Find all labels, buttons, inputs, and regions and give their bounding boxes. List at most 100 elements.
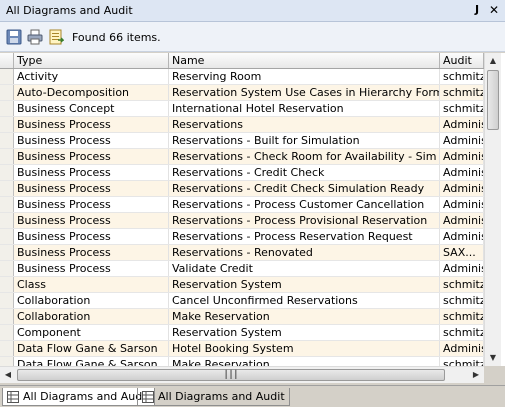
cell-name[interactable]: Reservations - Built for Simulation [169, 133, 440, 148]
vertical-scrollbar[interactable]: ▲ ▼ [484, 53, 501, 366]
cell-audit[interactable]: schmitz [440, 309, 484, 324]
scroll-up-icon[interactable]: ▲ [485, 53, 501, 69]
cell-type[interactable]: Business Process [14, 197, 169, 212]
cell-audit[interactable]: schmitz [440, 293, 484, 308]
vertical-scroll-thumb[interactable] [487, 70, 499, 130]
table-row[interactable]: Business Process Reservations - Credit Ch… [0, 165, 484, 181]
cell-type[interactable]: Business Process [14, 117, 169, 132]
cell-name[interactable]: Reservations - Renovated [169, 245, 440, 260]
table-row[interactable]: Business Process Reservations - Process C… [0, 197, 484, 213]
row-selector[interactable] [0, 181, 14, 196]
cell-name[interactable]: Validate Credit [169, 261, 440, 276]
cell-audit[interactable]: Adminis [440, 229, 484, 244]
table-row[interactable]: Collaboration Make Reservation schmitz [0, 309, 484, 325]
cell-name[interactable]: Reservation System Use Cases in Hierarch… [169, 85, 440, 100]
pin-icon[interactable]: J [470, 3, 484, 17]
cell-name[interactable]: Make Reservation [169, 357, 440, 366]
cell-name[interactable]: Reservation System [169, 325, 440, 340]
cell-audit[interactable]: schmitz [440, 101, 484, 116]
table-row[interactable]: Business Process Reservations Adminis [0, 117, 484, 133]
table-row[interactable]: Business Concept International Hotel Rese… [0, 101, 484, 117]
column-header-name[interactable]: Name [169, 53, 440, 68]
table-row[interactable]: Business Process Reservations - Credit Ch… [0, 181, 484, 197]
row-selector[interactable] [0, 245, 14, 260]
cell-name[interactable]: Reserving Room [169, 69, 440, 84]
cell-type[interactable]: Business Process [14, 213, 169, 228]
cell-audit[interactable]: Adminis [440, 197, 484, 212]
cell-type[interactable]: Business Process [14, 261, 169, 276]
horizontal-scroll-thumb[interactable]: ┃┃┃ [17, 369, 445, 381]
cell-audit[interactable]: Adminis [440, 165, 484, 180]
table-row[interactable]: Auto-Decomposition Reservation System Use… [0, 85, 484, 101]
cell-type[interactable]: Data Flow Gane & Sarson [14, 341, 169, 356]
cell-name[interactable]: Reservations - Credit Check Simulation R… [169, 181, 440, 196]
row-selector[interactable] [0, 293, 14, 308]
row-selector[interactable] [0, 277, 14, 292]
row-selector[interactable] [0, 325, 14, 340]
cell-name[interactable]: Hotel Booking System [169, 341, 440, 356]
table-row[interactable]: Data Flow Gane & Sarson Hotel Booking Sys… [0, 341, 484, 357]
horizontal-scrollbar[interactable]: ◀ ┃┃┃ ▶ [0, 366, 484, 383]
scroll-right-icon[interactable]: ▶ [468, 367, 484, 383]
cell-name[interactable]: Reservations - Process Provisional Reser… [169, 213, 440, 228]
cell-name[interactable]: Reservations - Process Reservation Reque… [169, 229, 440, 244]
row-selector[interactable] [0, 229, 14, 244]
cell-type[interactable]: Auto-Decomposition [14, 85, 169, 100]
table-row[interactable]: Business Process Reservations - Process P… [0, 213, 484, 229]
export-icon[interactable] [48, 29, 64, 45]
cell-type[interactable]: Class [14, 277, 169, 292]
cell-audit[interactable]: schmitz [440, 325, 484, 340]
cell-audit[interactable]: Adminis [440, 261, 484, 276]
cell-audit[interactable]: Adminis [440, 133, 484, 148]
row-selector[interactable] [0, 357, 14, 366]
cell-audit[interactable]: schmitz [440, 69, 484, 84]
cell-name[interactable]: Reservations - Check Room for Availabili… [169, 149, 440, 164]
save-icon[interactable] [6, 29, 22, 45]
column-header-type[interactable]: Type [14, 53, 169, 68]
row-selector[interactable] [0, 341, 14, 356]
table-row[interactable]: Component Reservation System schmitz [0, 325, 484, 341]
tab-all-diagrams-and-audit-1[interactable]: All Diagrams and Audit [2, 388, 155, 406]
table-row[interactable]: Class Reservation System schmitz [0, 277, 484, 293]
cell-audit[interactable]: Adminis [440, 117, 484, 132]
table-row[interactable]: Activity Reserving Room schmitz [0, 69, 484, 85]
column-header-audit[interactable]: Audit [440, 53, 484, 68]
table-row[interactable]: Business Process Reservations - Built for… [0, 133, 484, 149]
table-row[interactable]: Data Flow Gane & Sarson Make Reservation s… [0, 357, 484, 366]
print-icon[interactable] [27, 29, 43, 45]
cell-type[interactable]: Business Process [14, 245, 169, 260]
cell-type[interactable]: Component [14, 325, 169, 340]
cell-type[interactable]: Activity [14, 69, 169, 84]
cell-audit[interactable]: schmitz [440, 357, 484, 366]
tab-all-diagrams-and-audit-2[interactable]: All Diagrams and Audit [137, 388, 290, 406]
row-selector[interactable] [0, 133, 14, 148]
row-selector[interactable] [0, 117, 14, 132]
row-selector[interactable] [0, 165, 14, 180]
scroll-down-icon[interactable]: ▼ [485, 350, 501, 366]
cell-type[interactable]: Data Flow Gane & Sarson [14, 357, 169, 366]
row-selector[interactable] [0, 309, 14, 324]
table-row[interactable]: Business Process Reservations - Check Roo… [0, 149, 484, 165]
cell-audit[interactable]: schmitz [440, 85, 484, 100]
cell-name[interactable]: International Hotel Reservation [169, 101, 440, 116]
table-row[interactable]: Collaboration Cancel Unconfirmed Reservat… [0, 293, 484, 309]
row-selector[interactable] [0, 69, 14, 84]
row-selector[interactable] [0, 197, 14, 212]
cell-audit[interactable]: Adminis [440, 181, 484, 196]
cell-name[interactable]: Reservations [169, 117, 440, 132]
cell-name[interactable]: Reservation System [169, 277, 440, 292]
cell-type[interactable]: Business Process [14, 149, 169, 164]
row-selector[interactable] [0, 85, 14, 100]
cell-type[interactable]: Business Process [14, 133, 169, 148]
cell-type[interactable]: Business Process [14, 165, 169, 180]
cell-type[interactable]: Business Process [14, 229, 169, 244]
table-row[interactable]: Business Process Reservations - Renovated… [0, 245, 484, 261]
cell-type[interactable]: Business Concept [14, 101, 169, 116]
cell-audit[interactable]: schmitz [440, 277, 484, 292]
cell-type[interactable]: Collaboration [14, 309, 169, 324]
row-selector[interactable] [0, 149, 14, 164]
row-selector[interactable] [0, 261, 14, 276]
row-selector[interactable] [0, 213, 14, 228]
row-selector[interactable] [0, 101, 14, 116]
cell-type[interactable]: Business Process [14, 181, 169, 196]
